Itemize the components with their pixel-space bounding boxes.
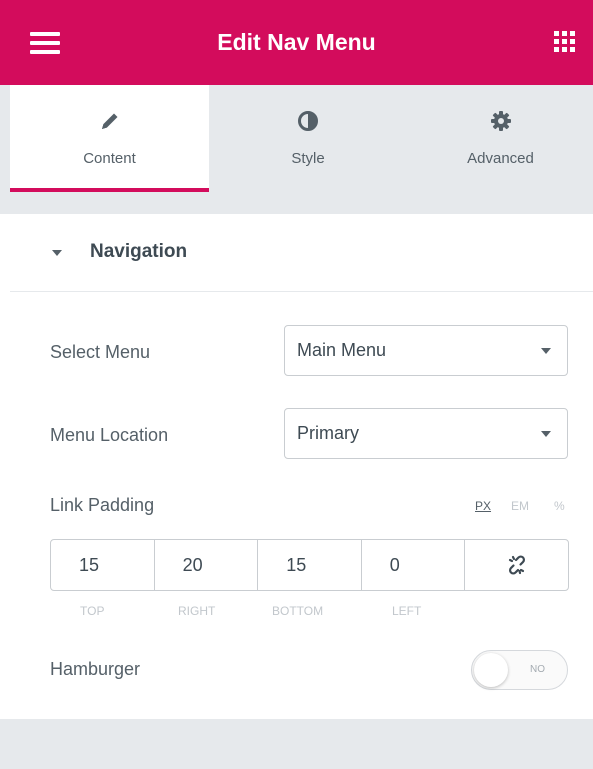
select-menu-value: Main Menu [297,340,387,360]
unlink-icon [508,555,525,575]
panel-title: Edit Nav Menu [217,29,376,55]
tab-label: Style [291,150,325,167]
section-header-navigation[interactable]: Navigation [10,214,593,292]
link-padding-label: Link Padding [50,495,155,515]
unit-em[interactable]: EM [511,499,529,513]
padding-top-label: TOP [80,604,105,618]
hamburger-toggle[interactable]: NO [471,650,568,690]
tab-style[interactable]: Style [209,85,407,192]
tab-content[interactable]: Content [10,85,209,192]
padding-left-input[interactable]: 0 [362,540,466,590]
navigation-panel: Navigation Select Menu Main Menu Menu Lo… [10,214,593,719]
unit-percent[interactable]: % [554,499,565,513]
tab-label: Advanced [467,150,534,167]
section-title: Navigation [90,241,188,262]
select-menu-label: Select Menu [50,342,151,362]
menu-location-value: Primary [297,423,359,443]
grid-icon[interactable] [554,31,575,52]
link-values-button[interactable] [465,540,568,590]
divider-band [0,192,593,214]
gear-icon [408,109,593,133]
link-padding-inputs: 15 20 15 0 [50,539,569,591]
footer-band [0,719,593,769]
menu-location-dropdown[interactable]: Primary [284,408,568,459]
caret-down-icon [52,250,62,256]
pencil-icon [10,109,209,133]
menu-location-label: Menu Location [50,425,169,445]
half-circle-icon [209,109,407,133]
padding-bottom-label: BOTTOM [272,604,324,618]
chevron-down-icon [541,348,551,354]
chevron-down-icon [541,431,551,437]
tab-label: Content [83,150,136,167]
tab-bar: Content Style Advanced [0,85,593,192]
header-bar: Edit Nav Menu [0,0,593,85]
unit-px[interactable]: PX [475,499,491,513]
select-menu-dropdown[interactable]: Main Menu [284,325,568,376]
toggle-knob [474,653,508,687]
padding-right-input[interactable]: 20 [155,540,259,590]
padding-top-input[interactable]: 15 [51,540,155,590]
padding-bottom-input[interactable]: 15 [258,540,362,590]
toggle-state: NO [530,664,545,675]
hamburger-label: Hamburger [50,659,141,679]
padding-right-label: RIGHT [178,604,216,618]
tab-advanced[interactable]: Advanced [408,85,593,192]
padding-left-label: LEFT [392,604,422,618]
